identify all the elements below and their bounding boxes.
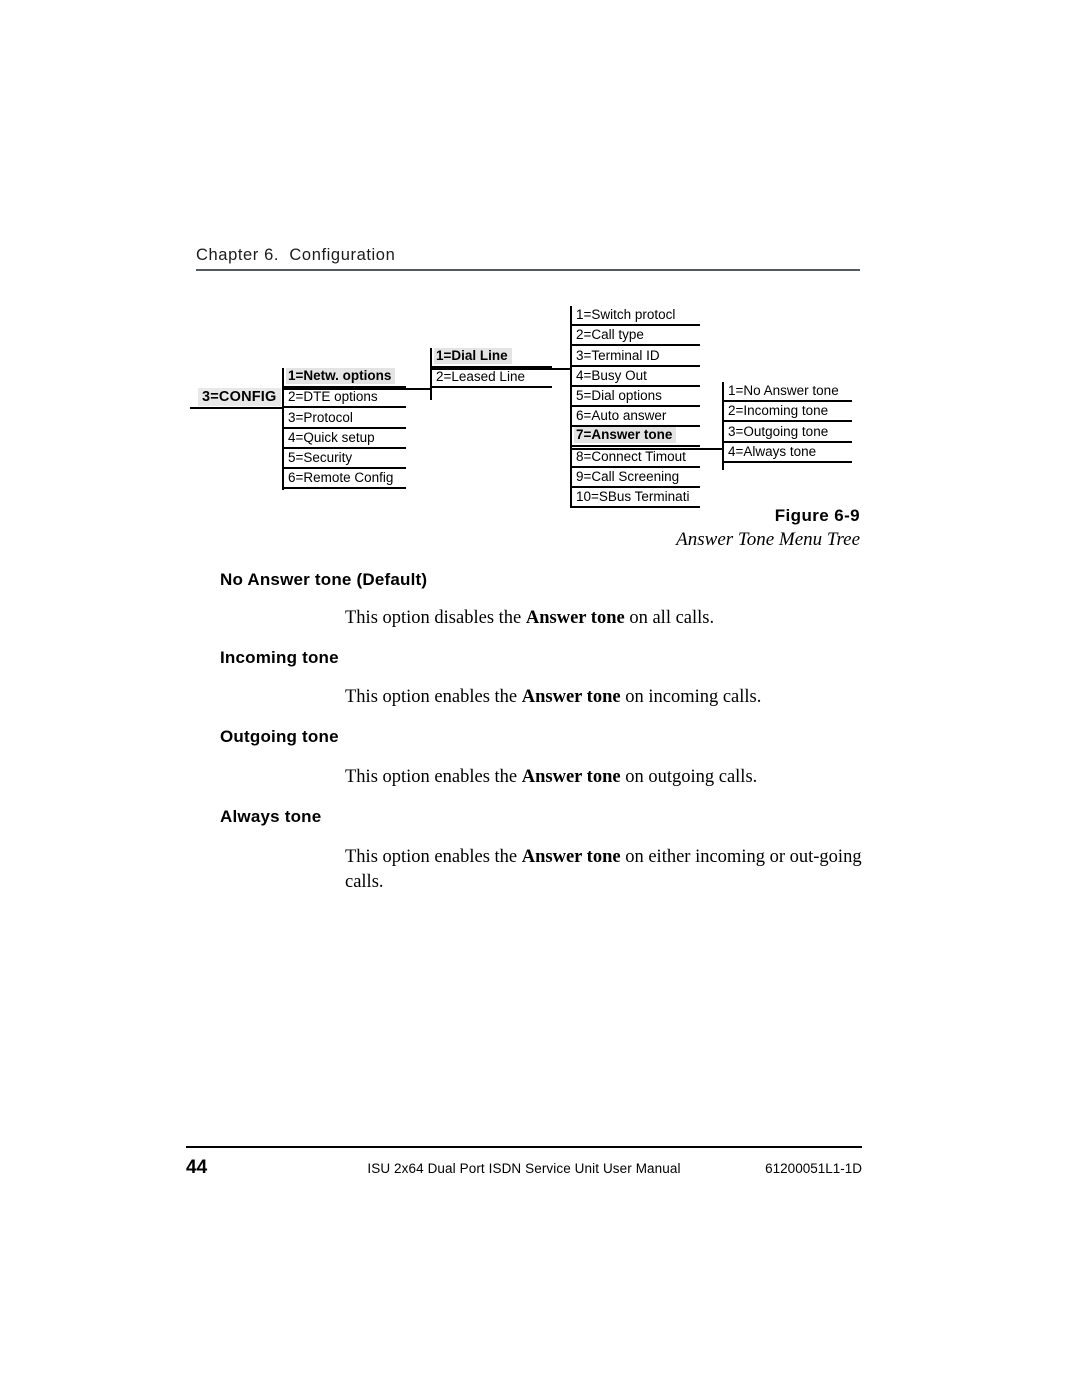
menu-item-call-screening[interactable]: 9=Call Screening — [572, 468, 700, 488]
menu-item-label: 3=Protocol — [288, 409, 353, 425]
figure-number: Figure 6-9 — [774, 506, 860, 525]
menu-item-label: 10=SBus Terminati — [576, 488, 690, 504]
menu-item-connect-timout[interactable]: 8=Connect Timout — [572, 447, 700, 468]
menu-item-leased-line[interactable]: 2=Leased Line — [432, 368, 552, 389]
menu-item-security[interactable]: 5=Security — [284, 449, 406, 469]
menu-item-label: 2=Call type — [576, 327, 644, 343]
menu-item-quick-setup[interactable]: 4=Quick setup — [284, 429, 406, 449]
manual-title: ISU 2x64 Dual Port ISDN Service Unit Use… — [367, 1161, 681, 1176]
paragraph-text-bold: Answer tone — [521, 687, 621, 707]
answer-tone-menu-tree-figure: 3=CONFIG 1=Netw. options 2=DTE options 3… — [0, 0, 1080, 540]
menu-item-sbus-terminati[interactable]: 10=SBus Terminati — [572, 488, 700, 508]
menu-item-label: 4=Busy Out — [576, 367, 647, 383]
menu-item-label: 8=Connect Timout — [576, 448, 686, 464]
menu-item-netw-options[interactable]: 1=Netw. options — [284, 368, 406, 389]
document-page: Chapter 6. Configuration 3=CONFIG 1=Netw… — [0, 0, 1080, 1397]
connector-answer-tone-to-answer-tone-menu — [572, 448, 724, 450]
menu-node-config-underline — [190, 407, 278, 409]
menu-item-auto-answer[interactable]: 6=Auto answer — [572, 407, 700, 428]
section-paragraph: This option enables the Answer tone on o… — [345, 765, 865, 790]
paragraph-text-post: on all calls. — [624, 608, 715, 628]
menu-item-dial-line[interactable]: 1=Dial Line — [432, 348, 552, 369]
paragraph-text-bold: Answer tone — [525, 608, 625, 628]
menu-item-incoming-tone[interactable]: 2=Incoming tone — [724, 402, 852, 423]
menu-item-label: 5=Security — [288, 449, 353, 465]
connector-netw-options-to-network-options-menu — [284, 388, 432, 390]
menu-item-label: 1=Switch protocl — [576, 307, 676, 323]
section-heading: Incoming tone — [220, 648, 339, 667]
paragraph-text-pre: This option enables the — [345, 767, 522, 787]
menu-item-dial-options[interactable]: 5=Dial options — [572, 387, 700, 407]
paragraph-text-pre: This option enables the — [345, 847, 522, 867]
page-footer: 44 ISU 2x64 Dual Port ISDN Service Unit … — [186, 1146, 862, 1187]
section-heading: Outgoing tone — [220, 727, 339, 746]
paragraph-text-pre: This option enables the — [345, 687, 522, 707]
menu-item-label: 4=Quick setup — [288, 429, 375, 445]
section-paragraph: This option disables the Answer tone on … — [345, 606, 865, 631]
figure-caption: Figure 6-9 Answer Tone Menu Tree — [460, 506, 860, 551]
menu-item-outgoing-tone[interactable]: 3=Outgoing tone — [724, 422, 852, 443]
menu-item-label: 1=Netw. options — [286, 368, 396, 385]
menu-item-label: 1=Dial Line — [434, 348, 512, 365]
menu-item-busy-out[interactable]: 4=Busy Out — [572, 367, 700, 387]
paragraph-text-bold: Answer tone — [521, 767, 621, 787]
section-heading: Always tone — [220, 807, 322, 826]
menu-item-dte-options[interactable]: 2=DTE options — [284, 388, 406, 409]
menu-item-label: 4=Always tone — [728, 443, 817, 459]
menu-item-label: 1=No Answer tone — [728, 383, 839, 399]
menu-item-label: 6=Remote Config — [288, 470, 394, 486]
section-paragraph: This option enables the Answer tone on e… — [345, 845, 865, 895]
menu-column-answer-tone-menu: 1=No Answer tone 2=Incoming tone 3=Outgo… — [724, 382, 852, 463]
section-heading: No Answer tone (Default) — [220, 570, 428, 589]
document-id: 61200051L1-1D — [765, 1161, 862, 1176]
menu-item-label: 3=Outgoing tone — [728, 423, 829, 439]
connector-dial-line-to-dial-line-menu — [432, 368, 572, 370]
paragraph-text-pre: This option disables the — [345, 608, 526, 628]
menu-item-label: 6=Auto answer — [576, 408, 667, 424]
menu-column-config-menu: 1=Netw. options 2=DTE options 3=Protocol… — [284, 368, 406, 490]
menu-column-dial-line-menu: 1=Switch protocl 2=Call type 3=Terminal … — [572, 306, 700, 508]
paragraph-text-post: on outgoing calls. — [620, 767, 758, 787]
footer-rule — [186, 1146, 862, 1148]
menu-item-answer-tone[interactable]: 7=Answer tone — [572, 427, 700, 448]
menu-item-call-type[interactable]: 2=Call type — [572, 326, 700, 347]
menu-item-label: 5=Dial options — [576, 387, 662, 403]
paragraph-text-post: on incoming calls. — [620, 687, 762, 707]
menu-item-terminal-id[interactable]: 3=Terminal ID — [572, 346, 700, 367]
menu-item-always-tone[interactable]: 4=Always tone — [724, 443, 852, 463]
paragraph-text-bold: Answer tone — [521, 847, 621, 867]
menu-item-label: 2=DTE options — [288, 389, 378, 405]
footer-line: 44 ISU 2x64 Dual Port ISDN Service Unit … — [186, 1157, 862, 1187]
menu-item-label: 7=Answer tone — [574, 427, 677, 444]
menu-item-switch-protocl[interactable]: 1=Switch protocl — [572, 306, 700, 327]
menu-item-protocol[interactable]: 3=Protocol — [284, 408, 406, 429]
menu-node-config-label: 3=CONFIG — [198, 388, 281, 406]
menu-node-config: 3=CONFIG — [190, 387, 281, 409]
menu-item-remote-config[interactable]: 6=Remote Config — [284, 469, 406, 490]
menu-item-label: 2=Incoming tone — [728, 403, 829, 419]
menu-item-label: 3=Terminal ID — [576, 347, 660, 363]
menu-item-label: 2=Leased Line — [436, 369, 525, 385]
menu-item-no-answer-tone[interactable]: 1=No Answer tone — [724, 382, 852, 403]
menu-item-label: 9=Call Screening — [576, 468, 680, 484]
section-paragraph: This option enables the Answer tone on i… — [345, 685, 865, 710]
figure-title: Answer Tone Menu Tree — [676, 529, 860, 550]
